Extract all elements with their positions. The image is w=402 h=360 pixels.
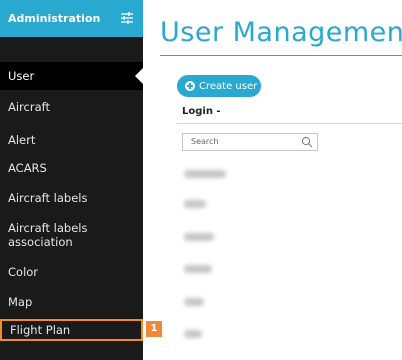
sidebar-item-aircraft-labels[interactable]: Aircraft labels xyxy=(0,191,143,205)
create-user-button[interactable]: Create user xyxy=(177,75,261,97)
sidebar-item-acars[interactable]: ACARS xyxy=(0,161,143,175)
title-divider xyxy=(160,55,402,56)
sidebar-item-label: Aircraft xyxy=(8,100,50,114)
sidebar-item-user[interactable]: User xyxy=(0,62,143,90)
plus-icon xyxy=(185,81,195,91)
sidebar-title: Administration xyxy=(8,12,101,25)
page-title: User Management xyxy=(160,17,402,48)
table-row[interactable] xyxy=(177,320,402,350)
redacted-login xyxy=(184,298,204,306)
sidebar-item-alert[interactable]: Alert xyxy=(0,133,143,147)
sidebar-item-label: Flight Plan xyxy=(10,323,71,337)
sidebar-item-label: Color xyxy=(8,265,39,279)
app-root: Administration User Aircraft Alert ACARS… xyxy=(0,0,402,360)
redacted-login xyxy=(184,330,202,338)
table-row[interactable] xyxy=(177,160,402,190)
sidebar-header: Administration xyxy=(0,0,143,37)
table-row[interactable] xyxy=(177,223,402,253)
redacted-login xyxy=(184,200,206,208)
login-column-header[interactable]: Login - xyxy=(182,106,221,117)
sidebar-item-label: Map xyxy=(8,295,33,309)
redacted-login xyxy=(184,170,226,178)
sidebar: Administration User Aircraft Alert ACARS… xyxy=(0,0,143,360)
sidebar-item-aircraft[interactable]: Aircraft xyxy=(0,100,143,114)
settings-sliders-icon[interactable] xyxy=(120,11,134,25)
header-divider xyxy=(177,123,402,124)
sidebar-item-label: Aircraft labels xyxy=(8,191,88,205)
sidebar-item-label: Alert xyxy=(8,133,36,147)
search-input[interactable]: Search xyxy=(182,133,318,151)
sidebar-item-map[interactable]: Map xyxy=(0,295,143,309)
redacted-login xyxy=(184,265,212,273)
sidebar-item-aircraft-labels-association[interactable]: Aircraft labels association xyxy=(0,221,120,249)
table-row[interactable] xyxy=(177,288,402,318)
callout-badge: 1 xyxy=(146,321,162,337)
create-user-label: Create user xyxy=(199,80,258,92)
search-icon xyxy=(301,136,313,148)
sidebar-item-label: Aircraft labels association xyxy=(8,221,88,249)
search-placeholder: Search xyxy=(191,137,219,146)
sidebar-item-label: ACARS xyxy=(8,161,47,175)
table-row[interactable] xyxy=(177,190,402,220)
sidebar-item-color[interactable]: Color xyxy=(0,265,143,279)
sidebar-item-label: User xyxy=(8,69,35,83)
redacted-login xyxy=(184,233,214,241)
sidebar-item-flight-plan[interactable]: Flight Plan xyxy=(0,319,143,341)
table-row[interactable] xyxy=(177,255,402,285)
